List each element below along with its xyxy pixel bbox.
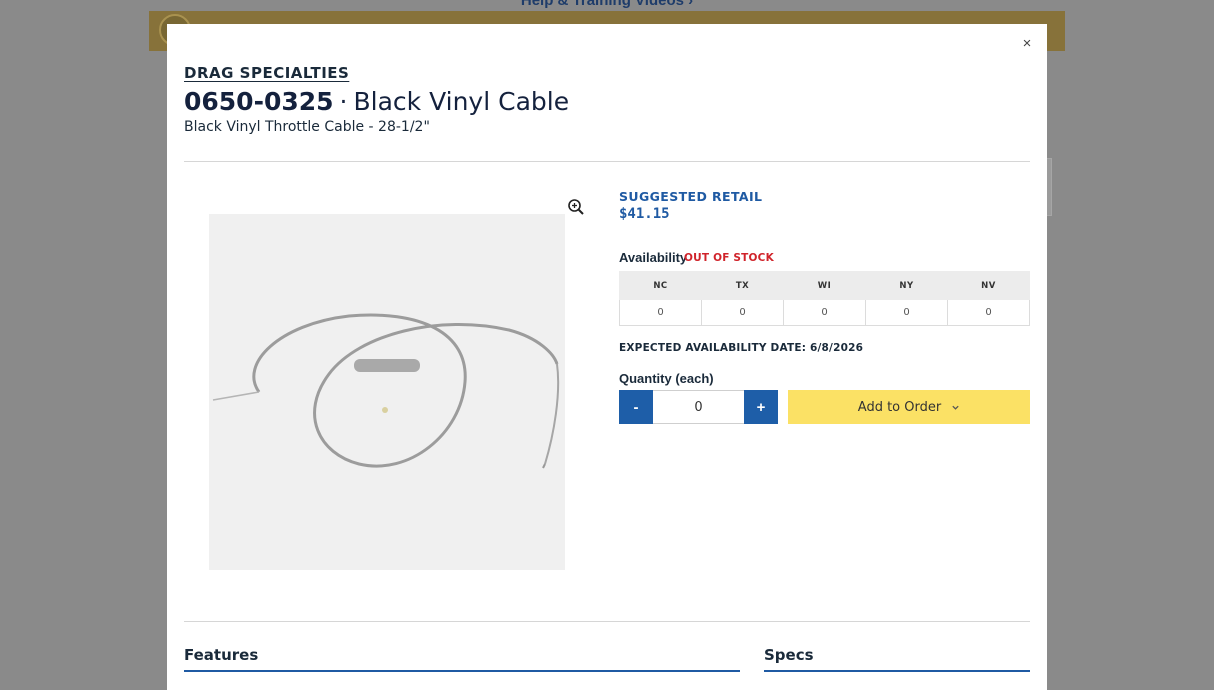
divider	[184, 161, 1030, 162]
divider	[184, 621, 1030, 622]
product-name: Black Vinyl Cable	[353, 87, 570, 116]
product-subtitle: Black Vinyl Throttle Cable - 28-1/2"	[184, 119, 430, 135]
warehouse-qty: 0	[701, 299, 784, 326]
warehouse-code: NC	[619, 271, 702, 300]
status-badge: OUT OF STOCK	[684, 252, 774, 264]
expected-availability: EXPECTED AVAILABILITY DATE: 6/8/2026	[619, 342, 863, 354]
table-row: 0 0 0 0 0	[619, 299, 1030, 326]
table-header-row: NC TX WI NY NV	[619, 271, 1030, 300]
features-heading: Features	[184, 646, 259, 664]
quantity-label: Quantity (each)	[619, 371, 714, 386]
specs-underline	[764, 670, 1030, 672]
product-modal: × DRAG SPECIALTIES 0650-0325 · Black Vinyl…	[167, 24, 1047, 690]
features-underline	[184, 670, 740, 672]
warehouse-code: NV	[947, 271, 1030, 300]
suggested-retail-price: $41.15	[619, 206, 670, 222]
quantity-input[interactable]	[653, 390, 744, 424]
quantity-decrease-button[interactable]: -	[619, 390, 653, 424]
warehouse-code: TX	[701, 271, 784, 300]
product-image[interactable]	[209, 214, 565, 570]
availability-label: Availability	[619, 250, 688, 265]
brand-link[interactable]: DRAG SPECIALTIES	[184, 64, 349, 82]
close-icon[interactable]: ×	[1017, 34, 1037, 54]
zoom-in-icon[interactable]	[567, 198, 585, 216]
help-training-videos-link[interactable]: Help & Training Videos ›	[0, 0, 1214, 9]
chevron-down-icon	[952, 405, 959, 410]
warehouse-qty: 0	[865, 299, 948, 326]
add-to-order-label: Add to Order	[857, 399, 942, 415]
expected-availability-label: EXPECTED AVAILABILITY DATE:	[619, 342, 807, 354]
suggested-retail-label: SUGGESTED RETAIL	[619, 189, 763, 204]
specs-heading: Specs	[764, 646, 814, 664]
add-to-order-button[interactable]: Add to Order	[788, 390, 1030, 424]
warehouse-code: NY	[865, 271, 948, 300]
warehouse-qty: 0	[619, 299, 702, 326]
warehouse-qty: 0	[947, 299, 1030, 326]
warehouse-stock-table: NC TX WI NY NV 0 0 0 0 0	[619, 271, 1030, 326]
quantity-increase-button[interactable]: +	[744, 390, 778, 424]
page-title: 0650-0325 · Black Vinyl Cable	[184, 87, 569, 116]
title-separator: ·	[339, 87, 348, 116]
part-number: 0650-0325	[184, 87, 334, 116]
warehouse-qty: 0	[783, 299, 866, 326]
warehouse-code: WI	[783, 271, 866, 300]
expected-availability-date: 6/8/2026	[809, 342, 864, 354]
